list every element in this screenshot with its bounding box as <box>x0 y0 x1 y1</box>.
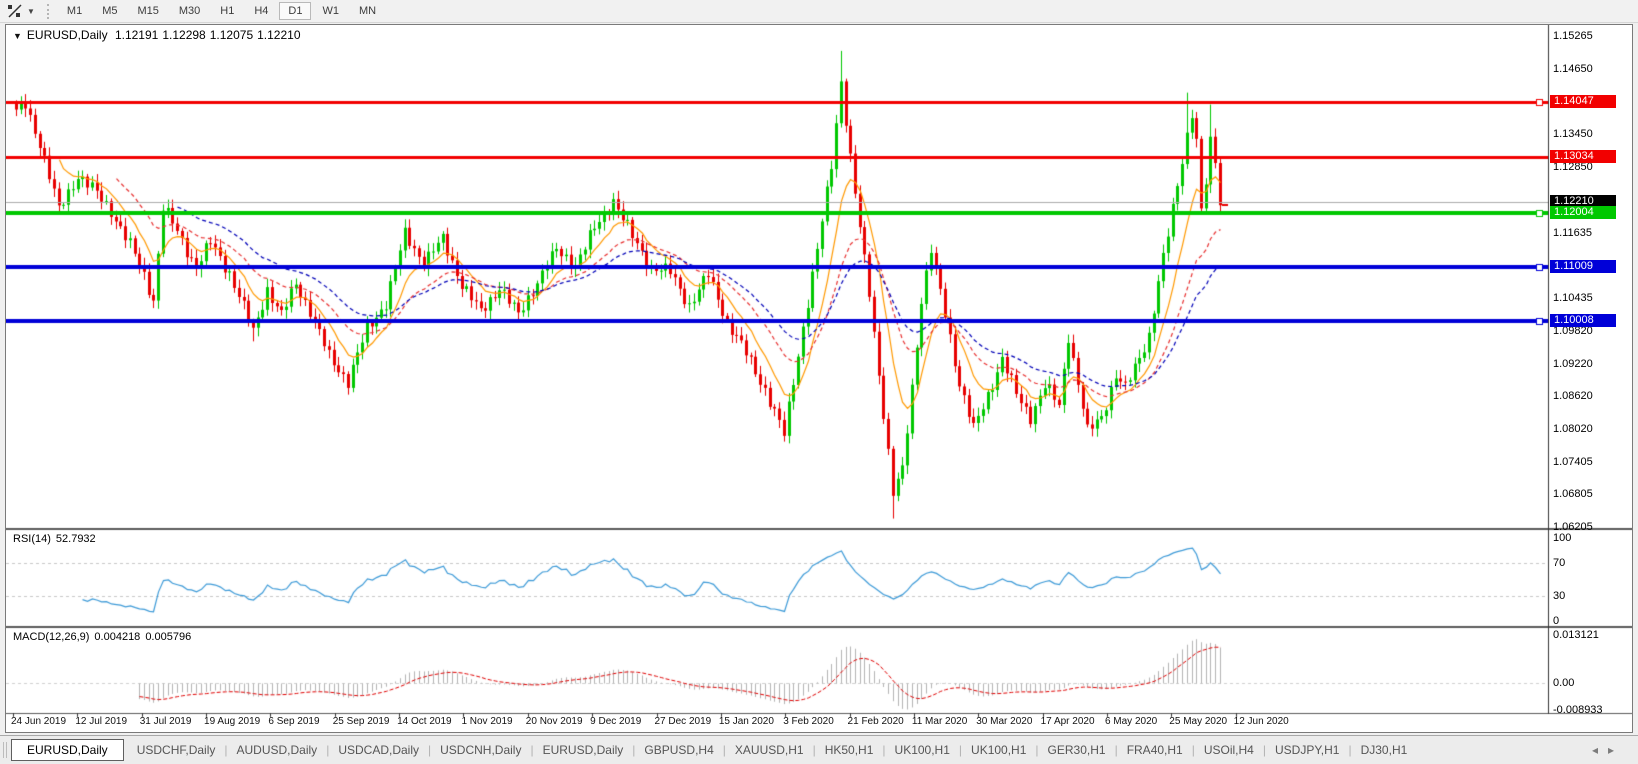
symbol-tab-ger30-h1[interactable]: GER30,H1 <box>1039 739 1115 761</box>
timeframe-button-w1[interactable]: W1 <box>313 2 348 20</box>
timeframe-button-mn[interactable]: MN <box>350 2 385 20</box>
tab-scroll-left-icon[interactable]: ◂ <box>1592 743 1608 757</box>
symbol-tabbar: EURUSD,Daily USDCHF,Daily | AUDUSD,Daily | US… <box>0 735 1638 764</box>
timeframe-button-m1[interactable]: M1 <box>58 2 91 20</box>
timeframe-toolbar: ▼ M1 M5 M15 M30 H1 H4 D1 W1 MN <box>0 0 1638 23</box>
symbol-tab-usdchf-daily[interactable]: USDCHF,Daily <box>128 739 225 761</box>
symbol-tab-fra40-h1[interactable]: FRA40,H1 <box>1118 739 1192 761</box>
symbol-tab-usdcad-daily[interactable]: USDCAD,Daily <box>329 739 428 761</box>
tabbar-grip <box>3 742 7 758</box>
timeframe-buttons: M1 M5 M15 M30 H1 H4 D1 W1 MN <box>57 2 386 20</box>
chart-window: ▼ EURUSD,Daily 1.12191 1.12298 1.12075 1.122… <box>5 24 1633 733</box>
symbol-tab-eurusd-daily[interactable]: EURUSD,Daily <box>534 739 633 761</box>
price-chart-canvas[interactable] <box>6 25 1632 732</box>
symbol-tab-uk100-h1[interactable]: UK100,H1 <box>886 739 959 761</box>
line-style-icon <box>8 4 22 18</box>
timeframe-button-d1[interactable]: D1 <box>279 2 312 20</box>
timeframe-button-h1[interactable]: H1 <box>211 2 243 20</box>
timeframe-button-m5[interactable]: M5 <box>93 2 126 20</box>
timeframe-button-h4[interactable]: H4 <box>245 2 277 20</box>
symbol-tab-dj30-h1[interactable]: DJ30,H1 <box>1352 739 1417 761</box>
symbol-tabs: EURUSD,Daily USDCHF,Daily | AUDUSD,Daily | US… <box>11 739 1416 761</box>
symbol-tab-usdjpy-h1[interactable]: USDJPY,H1 <box>1266 739 1348 761</box>
toolbar-grip <box>46 3 49 19</box>
symbol-tab-eurusd-daily[interactable]: EURUSD,Daily <box>11 739 124 761</box>
dropdown-caret-icon[interactable]: ▼ <box>27 7 35 16</box>
symbol-tab-audusd-daily[interactable]: AUDUSD,Daily <box>228 739 327 761</box>
symbol-tab-hk50-h1[interactable]: HK50,H1 <box>816 739 883 761</box>
timeframe-button-m30[interactable]: M30 <box>170 2 209 20</box>
tab-scroll-arrows: ◂▸ <box>1592 743 1624 757</box>
symbol-tab-usoil-h4[interactable]: USOil,H4 <box>1195 739 1263 761</box>
symbol-tab-uk100-h1[interactable]: UK100,H1 <box>962 739 1035 761</box>
symbol-tab-usdcnh-daily[interactable]: USDCNH,Daily <box>431 739 530 761</box>
symbol-tab-gbpusd-h4[interactable]: GBPUSD,H4 <box>635 739 722 761</box>
line-style-tool-button[interactable]: ▼ <box>4 2 38 20</box>
symbol-tab-xauusd-h1[interactable]: XAUUSD,H1 <box>726 739 813 761</box>
tab-scroll-right-icon[interactable]: ▸ <box>1608 743 1624 757</box>
timeframe-button-m15[interactable]: M15 <box>128 2 167 20</box>
